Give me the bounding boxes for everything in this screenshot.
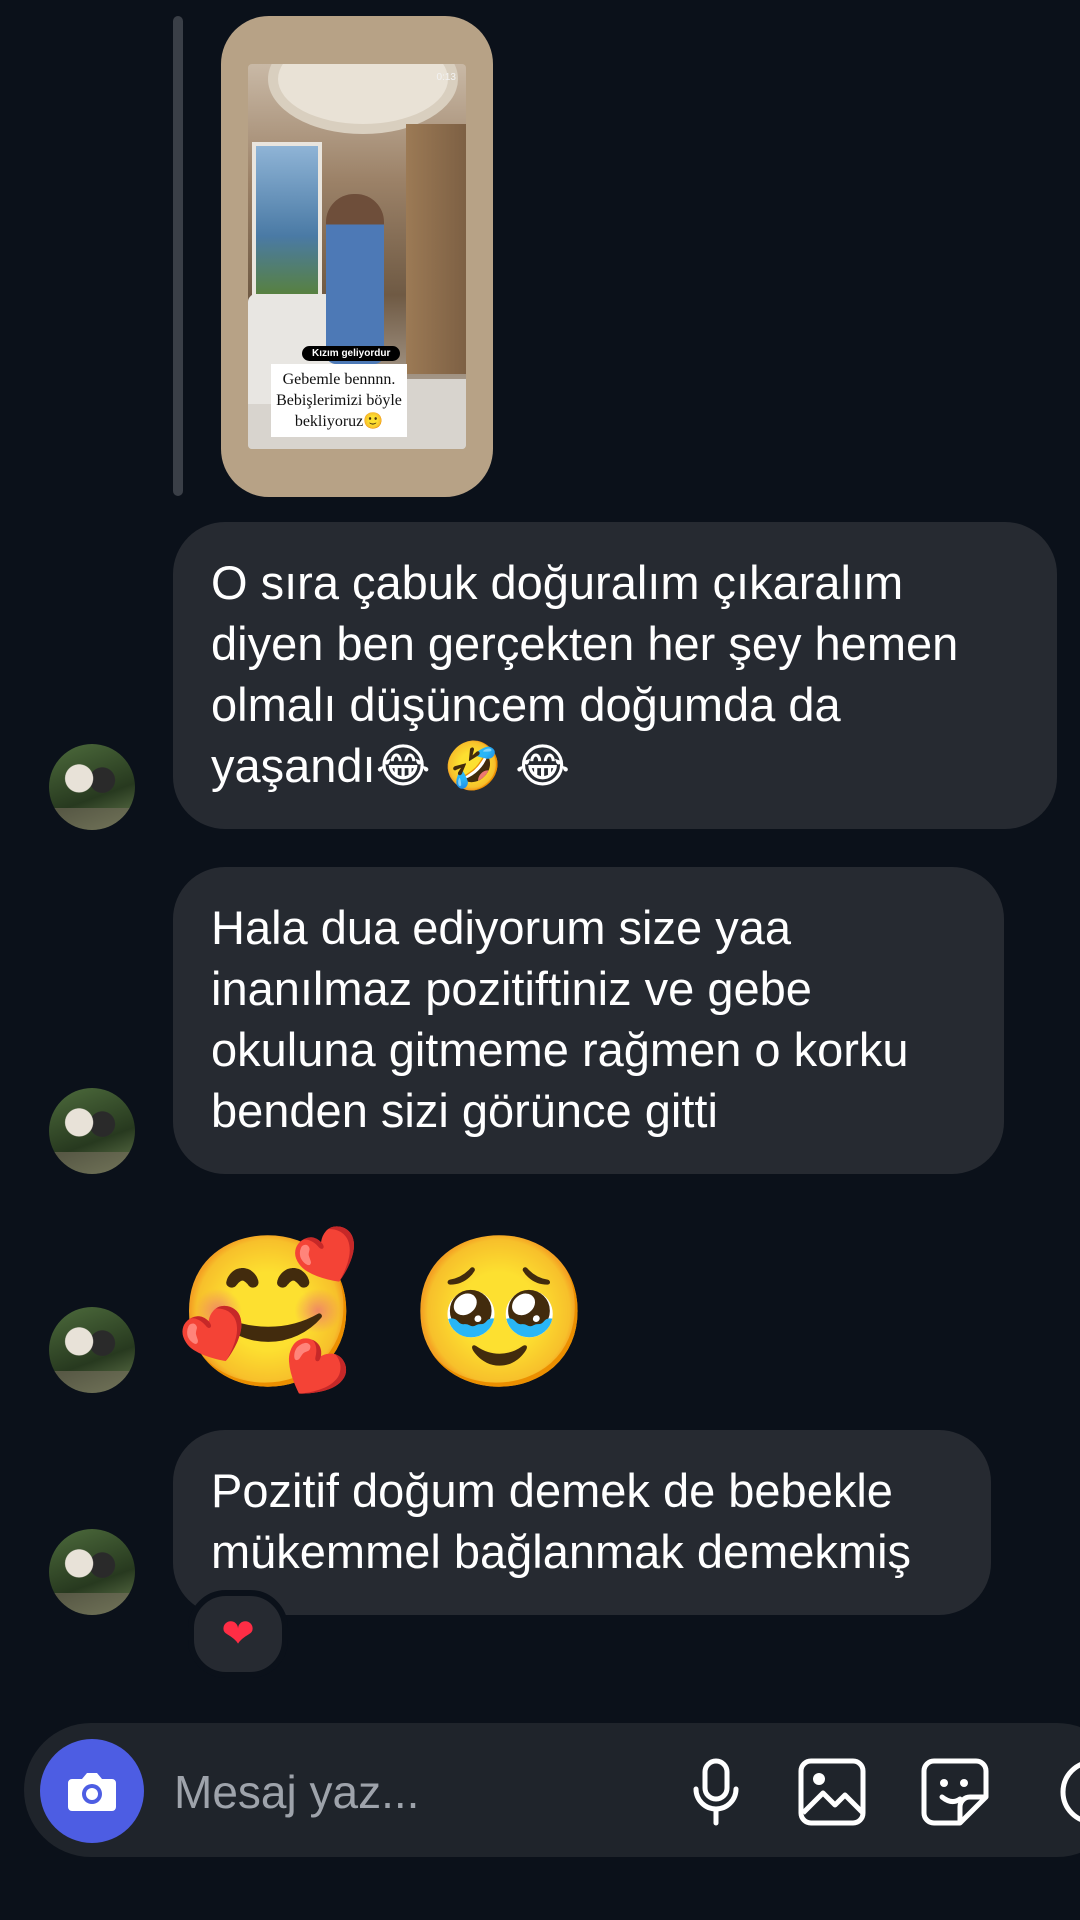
message-bubble[interactable]: Pozitif doğum demek de bebekle mükemmel … (173, 1430, 991, 1615)
story-video-thumbnail[interactable]: 0:13 Kızım geliyordur Gebemle bennnn. Be… (248, 64, 466, 449)
shared-story-card[interactable]: 0:13 Kızım geliyordur Gebemle bennnn. Be… (221, 16, 493, 497)
sticker-button[interactable] (917, 1754, 993, 1830)
plus-icon (1060, 1762, 1080, 1822)
story-duration: 0:13 (436, 72, 456, 83)
reply-indicator-line (173, 16, 183, 496)
sender-avatar[interactable] (49, 1307, 135, 1393)
camera-icon (68, 1773, 116, 1811)
story-tag: Kızım geliyordur (302, 346, 401, 361)
more-options-button[interactable] (1040, 1754, 1080, 1830)
microphone-button[interactable] (678, 1754, 754, 1830)
story-caption: Gebemle bennnn. Bebişlerimizi böyle bekl… (271, 364, 407, 437)
sender-avatar[interactable] (49, 744, 135, 830)
message-input[interactable] (172, 1754, 656, 1830)
message-bubble[interactable]: O sıra çabuk doğuralım çıkaralım diyen b… (173, 522, 1057, 829)
gallery-icon (798, 1758, 866, 1826)
sender-avatar[interactable] (49, 1088, 135, 1174)
gallery-button[interactable] (794, 1754, 870, 1830)
emoji-message[interactable]: 🥰 🥹 (176, 1232, 592, 1392)
camera-button[interactable] (40, 1739, 144, 1843)
heart-reaction[interactable]: ❤ (188, 1590, 288, 1678)
sender-avatar[interactable] (49, 1529, 135, 1615)
sticker-icon (921, 1758, 989, 1826)
microphone-icon (693, 1758, 739, 1826)
message-bubble[interactable]: Hala dua ediyorum size yaa inanılmaz poz… (173, 867, 1004, 1174)
